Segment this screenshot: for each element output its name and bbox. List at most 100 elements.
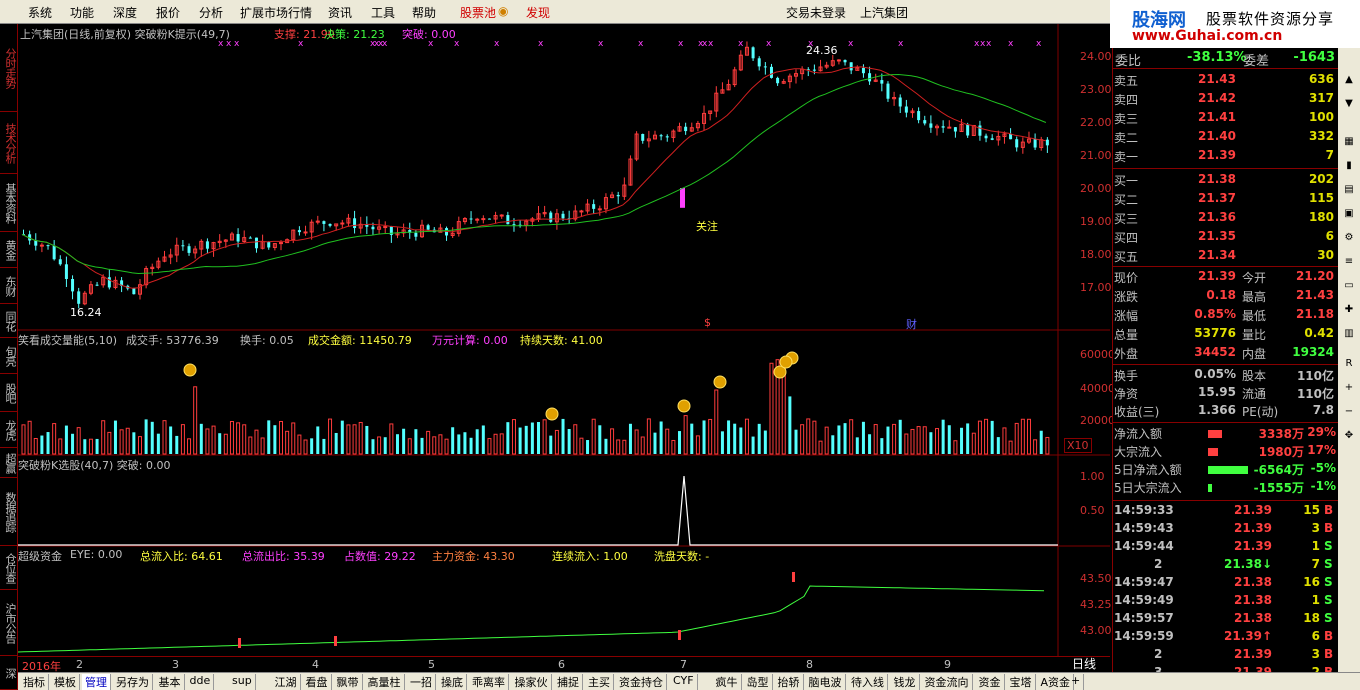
bottom-tab[interactable]: 操家伙 — [512, 674, 552, 690]
volume-bar — [352, 424, 357, 455]
bottom-tab[interactable]: 宝塔 — [1007, 674, 1036, 690]
candle-body — [757, 58, 761, 67]
stat-value: 110亿 — [1296, 369, 1334, 383]
menu-discover[interactable]: 发现 — [526, 4, 550, 21]
flow-percent: -5% — [1310, 461, 1336, 475]
volume-bar — [812, 420, 817, 455]
tab-tonghua[interactable]: 同花 — [0, 304, 18, 338]
bars-icon[interactable]: ▮ — [1341, 160, 1357, 176]
volume-bar — [990, 420, 994, 454]
list-icon[interactable]: ≡ — [1341, 256, 1357, 272]
chart-area[interactable]: xxxxxxxxxxxxxxxxxxxxxxxxxxxx 上汽集团(日线,前复权… — [18, 24, 1115, 656]
candle-body — [616, 194, 620, 197]
tab-eastmoney[interactable]: 东财 — [0, 268, 18, 304]
tab-chaoying[interactable]: 超赢 — [0, 448, 18, 478]
tab-shen[interactable]: 深 — [0, 656, 18, 690]
flow-row: 大宗流入 1980万 17% — [1114, 443, 1336, 461]
bottom-tab[interactable]: 资金持仓 — [616, 674, 667, 690]
finance-mark[interactable]: 财 — [906, 316, 917, 332]
menu-extended-market[interactable]: 扩展市场行情 — [240, 4, 312, 21]
menu-help[interactable]: 帮助 — [412, 4, 436, 21]
bottom-tab[interactable]: CYF — [670, 674, 698, 690]
tick-row: 14:59:57 21.38 18 S — [1114, 611, 1336, 629]
menu-quote[interactable]: 报价 — [156, 4, 180, 21]
bottom-tab[interactable]: 江湖 — [272, 674, 301, 690]
volume-bar — [444, 438, 449, 455]
login-status[interactable]: 交易未登录 — [786, 4, 846, 21]
bottom-tab[interactable]: 飘带 — [334, 674, 363, 690]
bottom-tab[interactable]: 另存为 — [113, 674, 153, 690]
tick-price: 21.39 — [1234, 503, 1272, 517]
volume-bar — [733, 423, 737, 454]
volume-bar — [132, 432, 136, 454]
bottom-tab[interactable]: 脑电波 — [806, 674, 846, 690]
tab-xunliang[interactable]: 旬亮 — [0, 338, 18, 374]
bottom-tab[interactable]: 资金流向 — [922, 674, 973, 690]
bottom-tab[interactable]: 待入线 — [848, 674, 888, 690]
bottom-tab[interactable]: 管理 — [82, 674, 111, 690]
volume-bar — [971, 432, 976, 455]
period-label[interactable]: 日线 — [1072, 655, 1096, 672]
menu-news[interactable]: 资讯 — [328, 4, 352, 21]
volume-bar — [708, 418, 713, 455]
tick-row: 14:59:59 21.39↑ 6 B — [1114, 629, 1336, 647]
tick-side: B — [1324, 503, 1334, 517]
cross-icon[interactable]: ✚ — [1341, 304, 1357, 320]
tab-data-tracking[interactable]: 数据追踪 — [0, 478, 18, 546]
bottom-tab[interactable]: 基本 — [156, 674, 185, 690]
rsi-icon[interactable]: R — [1341, 358, 1357, 374]
volume-bar — [162, 420, 167, 455]
bottom-tab[interactable]: 操底 — [438, 674, 467, 690]
arrow-down-icon[interactable]: ▼ — [1341, 98, 1357, 114]
bottom-tab[interactable]: 乖离率 — [469, 674, 509, 690]
bottom-tab[interactable]: 主买 — [585, 674, 614, 690]
box-icon[interactable]: ▣ — [1341, 208, 1357, 224]
tab-intraday[interactable]: 分时走势 — [0, 24, 18, 112]
menu-system[interactable]: 系统 — [28, 4, 52, 21]
bottom-tab[interactable]: 看盘 — [303, 674, 332, 690]
bottom-tab[interactable]: dde — [187, 674, 215, 690]
tab-longhu[interactable]: 龙虎 — [0, 412, 18, 448]
bottom-tab[interactable]: sup — [229, 674, 256, 690]
bottom-tab[interactable]: 指标 — [20, 674, 49, 690]
tab-sh-announcement[interactable]: 沪市公告 — [0, 590, 18, 656]
volume-bar — [76, 427, 81, 455]
zoom-in-icon[interactable]: + — [1341, 382, 1357, 398]
bottom-tab[interactable]: 岛型 — [744, 674, 773, 690]
tick-time: 14:59:57 — [1114, 611, 1174, 625]
tick-list[interactable]: 14:59:33 21.39 15 B 14:59:43 21.39 3 B 14:59:44 2… — [1112, 502, 1338, 682]
dollar-mark[interactable]: $ — [704, 316, 711, 329]
gear-icon[interactable]: ⚙ — [1341, 232, 1357, 248]
tick-time: 14:59:44 — [1114, 539, 1174, 553]
arrow-up-icon[interactable]: ▲ — [1341, 74, 1357, 90]
menu-stock-pool[interactable]: 股票池 — [460, 4, 496, 21]
move-icon[interactable]: ✥ — [1341, 430, 1357, 446]
menu-depth[interactable]: 深度 — [113, 4, 137, 21]
bottom-tab[interactable]: 高量柱 — [365, 674, 405, 690]
bottom-tab[interactable]: 疯牛 — [713, 674, 742, 690]
bottom-tab[interactable]: 捕捉 — [554, 674, 583, 690]
candle-body — [279, 242, 283, 245]
tick-row: 14:59:49 21.38 1 S — [1114, 593, 1336, 611]
menu-tools[interactable]: 工具 — [371, 4, 395, 21]
bottom-tab[interactable]: 钱龙 — [891, 674, 920, 690]
window-icon[interactable]: ▭ — [1341, 280, 1357, 296]
zoom-out-icon[interactable]: − — [1341, 406, 1357, 422]
candle-body — [181, 245, 185, 247]
tab-technical[interactable]: 技术分析 — [0, 112, 18, 174]
bottom-tab[interactable]: 一招 — [407, 674, 436, 690]
bottom-tab[interactable]: 抬轿 — [775, 674, 804, 690]
bottom-tab[interactable]: 模板 — [51, 674, 80, 690]
grid-icon[interactable]: ▤ — [1341, 184, 1357, 200]
layers-icon[interactable]: ▥ — [1341, 328, 1357, 344]
menu-analysis[interactable]: 分析 — [199, 4, 223, 21]
add-tab-icon[interactable]: + — [1068, 674, 1085, 690]
tab-fundamentals[interactable]: 基本资料 — [0, 174, 18, 232]
bottom-tab[interactable]: 资金 — [976, 674, 1005, 690]
chart-icon[interactable]: ▦ — [1341, 136, 1357, 152]
volume-bar — [542, 419, 547, 455]
tab-position[interactable]: 仓位查 — [0, 546, 18, 590]
tab-guba[interactable]: 股吧 — [0, 374, 18, 412]
tab-gold[interactable]: 黄金 — [0, 232, 18, 268]
menu-function[interactable]: 功能 — [70, 4, 94, 21]
